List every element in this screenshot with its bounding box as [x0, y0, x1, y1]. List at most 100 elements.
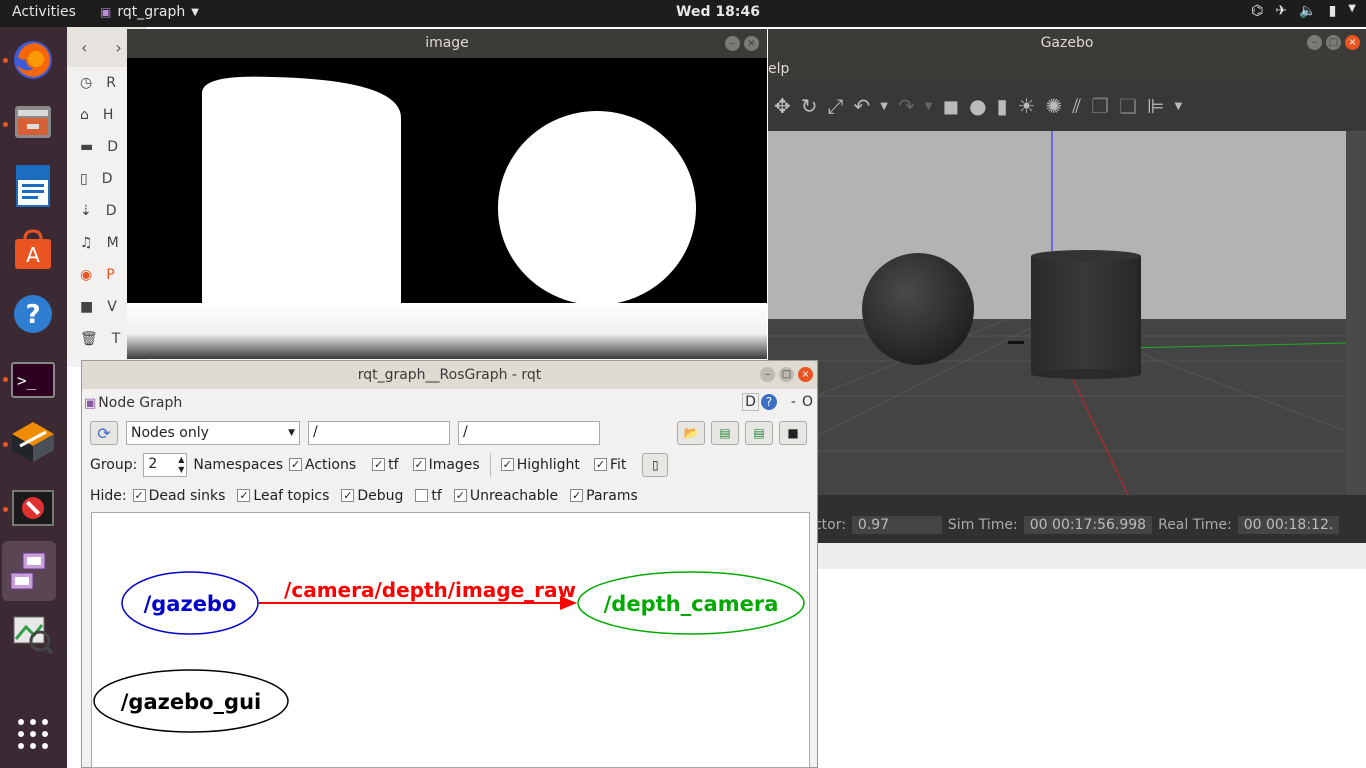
dock-toggle-button[interactable]: D — [742, 393, 759, 411]
minimize-plugin-button[interactable]: - — [791, 394, 796, 410]
point-light-icon[interactable]: ☀ — [1018, 94, 1036, 118]
plugin-title: Node Graph — [98, 395, 183, 411]
node-graph-icon: ▣ — [84, 395, 97, 411]
menu-help[interactable]: elp — [768, 61, 789, 77]
scale-icon[interactable]: ⤢ — [828, 94, 844, 118]
rqt-window-title: rqt_graph__RosGraph - rqt — [357, 367, 542, 383]
top-bar: Activities ▣ rqt_graph ▼ Wed 18:46 ⌬ ✈ 🔈… — [0, 0, 1366, 27]
system-tray[interactable]: ⌬ ✈ 🔈 ▮ ▼ — [1251, 3, 1356, 19]
maximize-button[interactable]: □ — [779, 367, 794, 382]
images-checkbox[interactable]: ✓ Images — [412, 457, 480, 473]
graph-type-select[interactable]: Nodes only ▼ — [126, 421, 300, 445]
highlight-checkbox[interactable]: ✓ Highlight — [500, 457, 580, 473]
graph-canvas[interactable]: /gazebo /camera/depth/image_raw /depth_c… — [91, 512, 810, 768]
close-plugin-button[interactable]: O — [802, 394, 813, 410]
fit-in-view-button[interactable]: ▯ — [642, 452, 669, 477]
help-icon[interactable]: ? — [760, 394, 777, 410]
leaf-topics-checkbox[interactable]: ✓ Leaf topics — [237, 488, 329, 504]
svg-text:A: A — [26, 243, 40, 267]
node-filter-input[interactable]: / — [308, 421, 450, 445]
chevron-down-icon[interactable]: ▼ — [925, 101, 933, 112]
box-shape-icon[interactable]: ◼ — [942, 94, 959, 118]
plugin-header: ▣ Node Graph D ? - O — [82, 389, 817, 417]
hide-label: Hide: — [90, 487, 127, 504]
params-checkbox[interactable]: ✓ Params — [570, 488, 638, 504]
debug-checkbox[interactable]: ✓ Debug — [341, 488, 403, 504]
minimize-button[interactable]: – — [725, 36, 740, 51]
depth-image — [127, 58, 767, 359]
minimize-button[interactable]: – — [760, 367, 775, 382]
software-center-icon[interactable]: A — [10, 227, 56, 273]
maximize-button[interactable]: □ — [1326, 35, 1341, 50]
rqt-titlebar[interactable]: rqt_graph__RosGraph - rqt – □ × — [82, 361, 817, 389]
graph-node-depth-camera[interactable]: /depth_camera — [577, 571, 805, 635]
group-spinbox[interactable]: 2 ▲ ▼ — [143, 452, 188, 477]
gazebo-icon[interactable] — [10, 419, 56, 465]
graph-options: Group: 2 ▲ ▼ Namespaces ✓ Actions ✓ tf ✓ Ima… — [82, 449, 817, 480]
separator — [489, 452, 491, 477]
save-dot-button[interactable]: ▤ — [711, 421, 739, 445]
network-icon: ⌬ — [1251, 3, 1264, 19]
fit-checkbox[interactable]: ✓ Fit — [593, 457, 626, 473]
rqt-graph-icon[interactable] — [2, 541, 56, 601]
running-indicator — [3, 442, 8, 447]
help-icon[interactable]: ? — [10, 291, 56, 337]
chevron-down-icon[interactable]: ▼ — [880, 101, 888, 112]
load-dot-button[interactable]: 📂 — [677, 421, 705, 445]
copy-icon[interactable]: ❐ — [1091, 94, 1109, 118]
forward-icon[interactable]: › — [115, 38, 121, 57]
gazebo-3d-viewport[interactable] — [768, 131, 1366, 495]
align-icon[interactable]: ⊫ — [1147, 94, 1164, 118]
close-button[interactable]: × — [798, 367, 813, 382]
topic-filter-input[interactable]: / — [458, 421, 600, 445]
sphere-shape-icon[interactable]: ● — [969, 94, 986, 118]
cylinder-shape-icon[interactable]: ▮ — [997, 94, 1008, 118]
image-view-icon[interactable] — [10, 485, 56, 531]
gazebo-title: Gazebo — [1040, 35, 1094, 51]
gazebo-toolbar: ✥ ↻ ⤢ ↶ ▼ ↷ ▼ ◼ ● ▮ ☀ ✺ ⫽ ❐ ❏ ⊫ ▼ — [768, 81, 1366, 131]
chevron-down-icon[interactable]: ▼ — [1174, 101, 1182, 112]
clock[interactable]: Wed 18:46 — [0, 4, 1366, 20]
save-image-button[interactable]: ■ — [779, 421, 807, 445]
spot-light-icon[interactable]: ✺ — [1045, 94, 1062, 118]
refresh-button[interactable]: ⟳ — [90, 421, 118, 445]
close-button[interactable]: × — [744, 36, 759, 51]
rotate-icon[interactable]: ↻ — [801, 94, 818, 118]
running-indicator — [3, 122, 8, 127]
graph-edge-image-raw[interactable]: /camera/depth/image_raw — [259, 578, 577, 610]
directional-light-icon[interactable]: ⫽ — [1072, 94, 1081, 118]
folder-icon: ▬ — [80, 139, 94, 155]
graph-node-gazebo-gui[interactable]: /gazebo_gui — [93, 669, 289, 733]
undo-icon[interactable]: ↶ — [854, 94, 871, 118]
airplane-icon: ✈ — [1275, 3, 1288, 19]
hide-tf-checkbox[interactable]: tf — [415, 488, 442, 504]
save-svg-button[interactable]: ▤ — [745, 421, 773, 445]
minimize-button[interactable]: – — [1307, 35, 1322, 50]
sim-time-value: 00 00:17:56.998 — [1023, 516, 1153, 534]
image-viewer-icon[interactable] — [10, 611, 56, 657]
gazebo-titlebar[interactable]: Gazebo – □ × — [768, 29, 1366, 57]
chevron-down-icon: ▼ — [1348, 3, 1356, 14]
writer-icon[interactable] — [10, 163, 56, 209]
graph-node-gazebo[interactable]: /gazebo — [121, 571, 259, 635]
dead-sinks-checkbox[interactable]: ✓ Dead sinks — [132, 488, 225, 504]
translate-icon[interactable]: ✥ — [774, 94, 791, 118]
graph-toolbar: ⟳ Nodes only ▼ / / 📂 ▤ ▤ ■ — [82, 417, 817, 449]
back-icon[interactable]: ‹ — [81, 38, 87, 57]
node-label: /gazebo — [144, 592, 237, 616]
tf-checkbox[interactable]: ✓ tf — [372, 457, 399, 473]
unreachable-checkbox[interactable]: ✓ Unreachable — [453, 488, 558, 504]
image-titlebar[interactable]: image – × — [127, 29, 767, 58]
firefox-icon[interactable] — [10, 37, 56, 83]
files-icon[interactable] — [10, 99, 56, 145]
running-indicator — [3, 507, 8, 512]
actions-checkbox[interactable]: ✓ Actions — [289, 457, 356, 473]
show-apps-icon[interactable] — [10, 711, 56, 757]
redo-icon[interactable]: ↷ — [898, 94, 915, 118]
terminal-icon[interactable]: >_ — [10, 357, 56, 403]
spin-arrows-icon[interactable]: ▲ ▼ — [178, 455, 184, 475]
namespaces-label: Namespaces — [193, 456, 284, 473]
time-factor-value: 0.97 — [851, 516, 942, 534]
paste-icon[interactable]: ❏ — [1119, 94, 1137, 118]
close-button[interactable]: × — [1345, 35, 1360, 50]
